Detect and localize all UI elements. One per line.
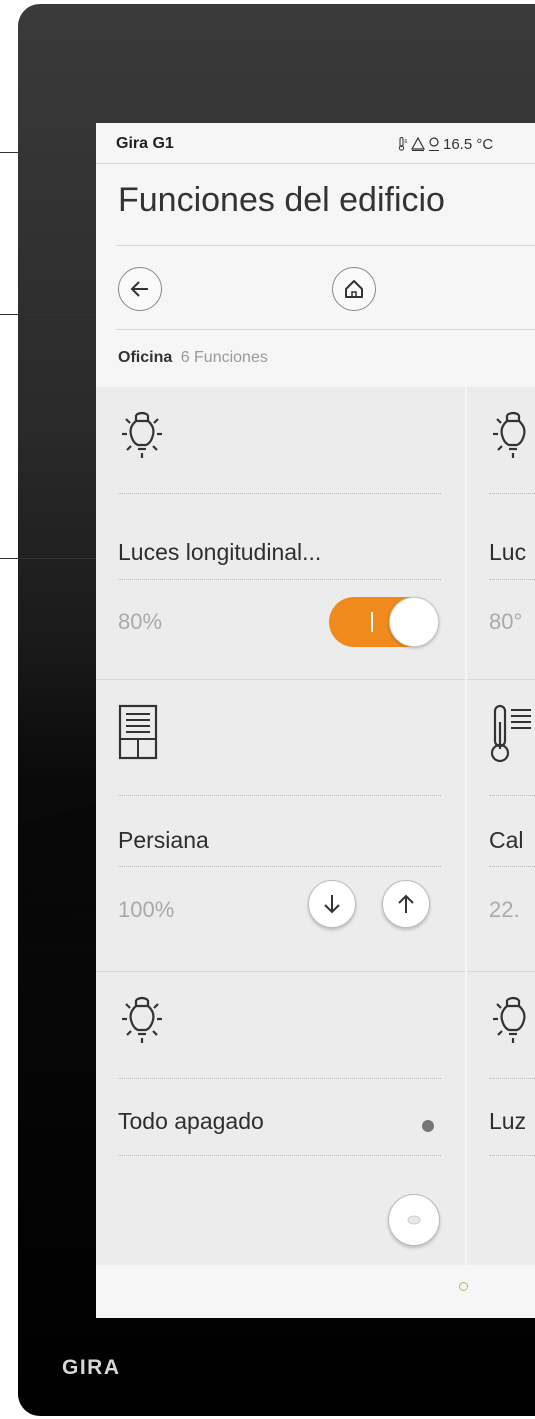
blind-up-button[interactable] [382,880,430,928]
divider [118,493,441,494]
function-count: 6 Funciones [180,349,268,366]
page-indicator[interactable] [459,1282,468,1291]
alarm-icon [410,136,426,155]
back-button[interactable] [118,267,162,311]
presence-icon [428,137,440,155]
divider [116,329,535,330]
arrow-up-icon [398,894,414,913]
arrow-down-icon [324,895,340,914]
tile-label: Cal [489,827,524,853]
home-icon [345,280,363,298]
toggle-knob [389,597,439,647]
divider [118,579,441,580]
function-tile-luces-longitudinales[interactable]: Luces longitudinal... 80% [96,387,465,680]
home-button[interactable] [332,267,376,311]
thermometer-icon [398,137,408,155]
divider [489,795,535,796]
function-tile-persiana[interactable]: Persiana 100% [96,680,465,972]
blind-icon [118,704,158,765]
page-title: Funciones del edificio [118,181,445,219]
function-tile-calefaccion[interactable]: Cal 22. [467,680,535,972]
status-indicator-dot [422,1120,434,1132]
scene-button-face-icon [407,1215,421,1225]
tile-value: 80% [118,609,163,634]
scene-button[interactable] [388,1194,440,1246]
tile-label: Luz [489,1108,527,1134]
arrow-left-icon [130,281,148,297]
outdoor-temperature: 16.5 °C [443,136,494,153]
divider [489,579,535,580]
divider [116,245,535,246]
tile-value: 80° [489,609,523,634]
light-bulb-icon [118,992,166,1053]
tile-value: 22. [489,897,520,922]
toggle-on-mark [371,612,373,632]
function-tile-luces[interactable]: Luc 80° [467,387,535,680]
thermometer-icon [489,704,533,769]
device-name: Gira G1 [116,135,174,152]
screen: Gira G1 16.5 °C Funciones del edificio O… [96,123,535,1318]
divider [118,795,441,796]
brand-logo: GIRA [62,1356,121,1379]
on-off-toggle[interactable] [329,597,439,647]
tile-value: 100% [118,897,175,922]
tile-label: Todo apagado [118,1108,264,1134]
light-bulb-icon [118,407,166,468]
tile-label: Persiana [118,827,209,853]
function-tile-luz[interactable]: Luz [467,972,535,1265]
status-bar: Gira G1 16.5 °C [96,123,535,164]
divider [489,1155,535,1156]
tile-label: Luc [489,539,527,565]
light-bulb-icon [489,992,535,1053]
light-bulb-icon [489,407,535,468]
tile-label: Luces longitudinal... [118,539,322,565]
room-name: Oficina [118,349,173,366]
blind-down-button[interactable] [308,880,356,928]
divider [489,1078,535,1079]
divider [489,493,535,494]
function-tile-todo-apagado[interactable]: Todo apagado [96,972,465,1265]
divider [489,866,535,867]
status-indicators: 16.5 °C [398,136,493,155]
divider [118,866,441,867]
divider [118,1078,441,1079]
divider [118,1155,441,1156]
breadcrumb: Oficina 6 Funciones [118,349,268,367]
